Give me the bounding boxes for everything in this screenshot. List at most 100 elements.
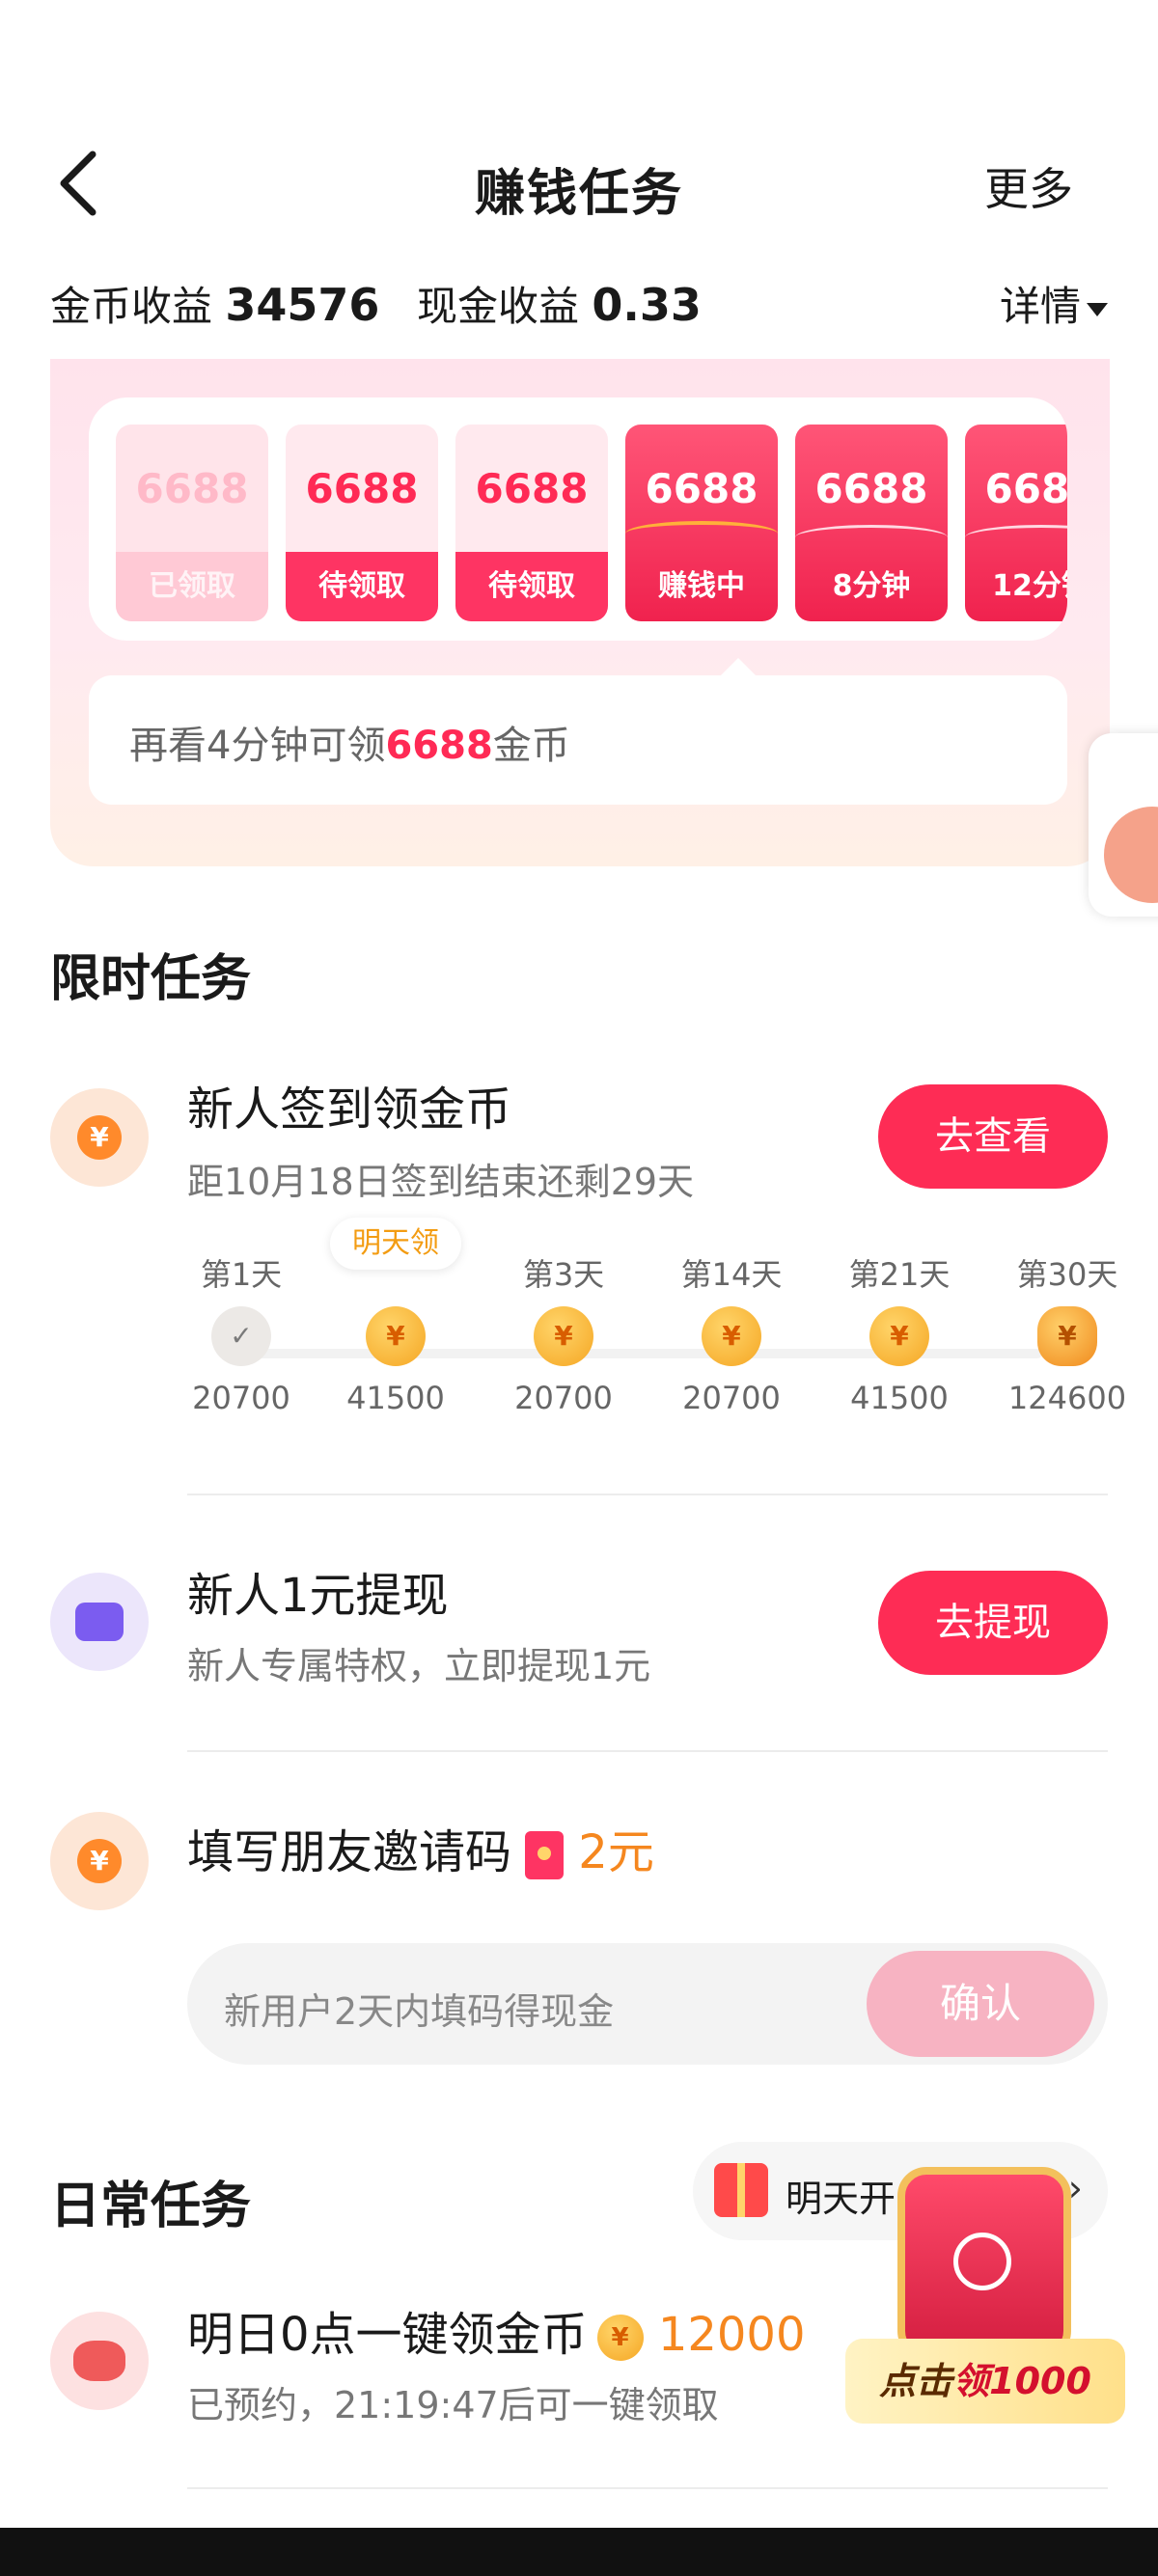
more-button[interactable]: 更多 <box>984 154 1073 218</box>
signin-day-amount: 41500 <box>850 1380 949 1416</box>
tomorrow-tag: 明天领 <box>330 1218 461 1270</box>
daily-task-reward: 12000 <box>657 2308 806 2362</box>
divider <box>187 2487 1108 2489</box>
floating-pet-button[interactable] <box>1089 733 1158 917</box>
watch-hint-box: 再看4分钟可领6688金币 <box>89 658 1067 805</box>
gift-icon <box>714 2163 768 2217</box>
reward-tile-label: 赚钱中 <box>658 569 745 603</box>
coin-icon: ¥ <box>534 1306 593 1366</box>
reward-tile-amount: 6688 <box>984 465 1067 512</box>
promo-label: 点击领1000 <box>845 2339 1125 2424</box>
reward-tile[interactable]: 6688 8分钟 <box>795 425 948 621</box>
detail-label: 详情 <box>999 283 1081 330</box>
reward-tile-active[interactable]: 6688 赚钱中 <box>625 425 778 621</box>
signin-task-title: 新人签到领金币 <box>187 1082 512 1137</box>
reward-tile-label: 12分钟 <box>992 569 1067 603</box>
daily-task-title: 明日0点一键领金币 ¥ 12000 <box>187 2296 806 2364</box>
promo-suffix: 领1000 <box>952 2360 1091 2402</box>
hint-prefix: 再看4分钟可领 <box>129 724 386 768</box>
signin-day-label: 第14天 <box>680 1256 783 1293</box>
watch-hint-text: 再看4分钟可领6688金币 <box>129 714 570 770</box>
reward-tile-amount: 6688 <box>814 465 928 512</box>
top-nav: 赚钱任务 更多 <box>0 135 1158 232</box>
promo-prefix: 点击 <box>879 2360 953 2402</box>
pointer-arrow <box>721 658 756 675</box>
signin-day-label: 第1天 <box>200 1256 283 1293</box>
coin-stack-icon: ¥ <box>1037 1306 1097 1366</box>
reward-tile-amount: 6688 <box>645 465 758 512</box>
signin-day: 第1天 ✓ 20700 <box>174 1250 309 1416</box>
gold-earnings: 金币收益 34576 <box>50 274 379 333</box>
caret-down-icon <box>1087 302 1108 316</box>
reward-tile-label: 待领取 <box>455 552 608 621</box>
pet-face-icon <box>1104 807 1158 903</box>
coin-icon: ¥ <box>702 1306 761 1366</box>
withdraw-task-title: 新人1元提现 <box>187 1569 449 1623</box>
signin-day: 第3天 ¥ 20700 <box>496 1250 631 1416</box>
signin-day: 第30天 ¥ 124600 <box>1000 1250 1135 1416</box>
reward-tile-label: 8分钟 <box>832 569 911 603</box>
signin-task-subtitle: 距10月18日签到结束还剩29天 <box>187 1161 695 1203</box>
withdraw-button[interactable]: 去提现 <box>878 1571 1108 1675</box>
cash-earnings: 现金收益 0.33 <box>417 274 702 333</box>
signin-day: 第14天 ¥ 20700 <box>664 1250 799 1416</box>
yuan-coin-icon: ¥ <box>50 1088 149 1187</box>
promo-floating-banner[interactable]: 点击领1000 <box>840 2128 1129 2447</box>
signin-day: 第21天 ¥ 41500 <box>832 1250 967 1416</box>
withdraw-task-subtitle: 新人专属特权，立即提现1元 <box>187 1645 651 1687</box>
reward-tile[interactable]: 6688 待领取 <box>286 425 438 621</box>
invite-title-text: 填写朋友邀请码 <box>187 1825 512 1879</box>
red-packet-icon <box>525 1831 565 1879</box>
reward-tile[interactable]: 6688 已领取 <box>116 425 268 621</box>
signin-day: ¥ 41500 <box>328 1250 463 1416</box>
coin-icon: ¥ <box>596 2315 644 2361</box>
daily-task-title-text: 明日0点一键领金币 <box>187 2308 588 2362</box>
signin-day-label: 第21天 <box>848 1256 951 1293</box>
invite-code-placeholder: 新用户2天内填码得现金 <box>224 1990 615 2033</box>
invite-code-field[interactable]: 新用户2天内填码得现金 确认 <box>187 1943 1108 2065</box>
confirm-button[interactable]: 确认 <box>867 1951 1094 2057</box>
invite-reward: 2元 <box>578 1825 654 1879</box>
tile-wave <box>965 525 1067 550</box>
coin-icon: ¥ <box>366 1306 426 1366</box>
earnings-bar: 金币收益 34576 现金收益 0.33 详情 <box>50 266 1108 340</box>
signin-day-amount: 20700 <box>192 1380 290 1416</box>
gold-earnings-value: 34576 <box>225 279 380 331</box>
signin-day-label: 第30天 <box>1016 1256 1118 1293</box>
reward-tile-label: 待领取 <box>286 552 438 621</box>
cash-earnings-value: 0.33 <box>592 279 702 331</box>
cash-earnings-label: 现金收益 <box>417 283 580 330</box>
daily-tasks-heading: 日常任务 <box>50 2178 252 2235</box>
limited-tasks-heading: 限时任务 <box>50 950 252 1008</box>
invite-task-title: 填写朋友邀请码 2元 <box>187 1814 654 1881</box>
signin-day-amount: 20700 <box>682 1380 781 1416</box>
view-signin-button[interactable]: 去查看 <box>878 1084 1108 1189</box>
check-icon: ✓ <box>211 1306 271 1366</box>
divider <box>187 1494 1108 1495</box>
piggy-bank-icon <box>50 2312 149 2410</box>
hint-amount: 6688 <box>385 724 493 768</box>
reward-tile[interactable]: 6688 待领取 <box>455 425 608 621</box>
watch-progress-card: 6688 已领取 6688 待领取 6688 待领取 6688 赚钱中 6688… <box>50 359 1110 866</box>
detail-dropdown[interactable]: 详情 <box>1000 274 1108 333</box>
reward-tile-amount: 6688 <box>475 465 589 512</box>
signin-timeline: 第1天 ✓ 20700 ¥ 41500 明天领 第3天 ¥ 20700 第14天… <box>174 1218 1126 1443</box>
progress-wave <box>625 521 778 546</box>
signin-day-label: 第3天 <box>522 1256 605 1293</box>
reward-tile-amount: 6688 <box>135 465 249 512</box>
signin-day-amount: 124600 <box>1007 1380 1127 1416</box>
daily-task-subtitle: 已预约，21:19:47后可一键领取 <box>187 2384 719 2426</box>
gold-earnings-label: 金币收益 <box>50 283 213 330</box>
reward-tile-amount: 6688 <box>305 465 419 512</box>
divider <box>187 1750 1108 1752</box>
hint-suffix: 金币 <box>492 724 570 768</box>
signin-day-amount: 20700 <box>514 1380 613 1416</box>
yuan-coin-icon: ¥ <box>50 1812 149 1910</box>
wallet-icon <box>50 1573 149 1671</box>
reward-tiles-strip[interactable]: 6688 已领取 6688 待领取 6688 待领取 6688 赚钱中 6688… <box>89 397 1067 641</box>
reward-tile[interactable]: 6688 12分钟 <box>965 425 1067 621</box>
signin-day-amount: 41500 <box>346 1380 445 1416</box>
system-nav-bar <box>0 2528 1158 2576</box>
tiktok-drum-icon <box>897 2167 1071 2360</box>
coin-icon: ¥ <box>869 1306 929 1366</box>
